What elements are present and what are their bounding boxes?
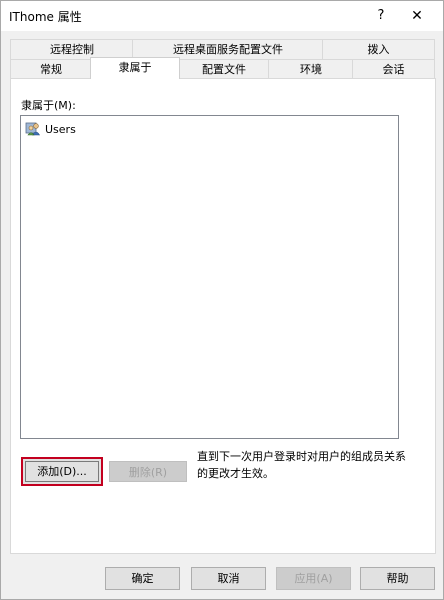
help-footer-button[interactable]: 帮助 (360, 567, 435, 590)
apply-button[interactable]: 应用(A) (276, 567, 351, 590)
title-bar: IThome 属性 ? ✕ (1, 1, 443, 31)
member-of-panel: 隶属于(M): Users 添加(D)... 删除(R) 直到下一次用户登录时对… (10, 78, 436, 554)
group-icon (25, 122, 41, 136)
remove-button[interactable]: 删除(R) (109, 461, 187, 482)
member-name: Users (45, 122, 76, 136)
ok-button[interactable]: 确定 (105, 567, 180, 590)
cancel-button[interactable]: 取消 (191, 567, 266, 590)
members-label: 隶属于(M): (21, 99, 76, 112)
tab-general[interactable]: 常规 (10, 59, 92, 79)
tab-rds-profile[interactable]: 远程桌面服务配置文件 (132, 39, 324, 59)
members-list[interactable]: Users (20, 115, 399, 439)
tab-environment[interactable]: 环境 (268, 59, 354, 79)
tab-sessions[interactable]: 会话 (352, 59, 435, 79)
close-button[interactable]: ✕ (405, 5, 429, 27)
tab-dial-in[interactable]: 拨入 (322, 39, 435, 59)
add-button[interactable]: 添加(D)... (21, 457, 103, 486)
membership-note: 直到下一次用户登录时对用户的组成员关系的更改才生效。 (197, 450, 406, 480)
help-button[interactable]: ? (369, 5, 393, 27)
list-item[interactable]: Users (25, 121, 76, 137)
properties-dialog: IThome 属性 ? ✕ 远程控制 远程桌面服务配置文件 拨入 常规 隶属于 … (0, 0, 444, 600)
tab-profile[interactable]: 配置文件 (178, 59, 270, 79)
window-title: IThome 属性 (9, 10, 82, 24)
tab-member-of[interactable]: 隶属于 (90, 57, 180, 79)
tab-remote-control[interactable]: 远程控制 (10, 39, 134, 59)
add-button-label: 添加(D)... (25, 461, 99, 482)
